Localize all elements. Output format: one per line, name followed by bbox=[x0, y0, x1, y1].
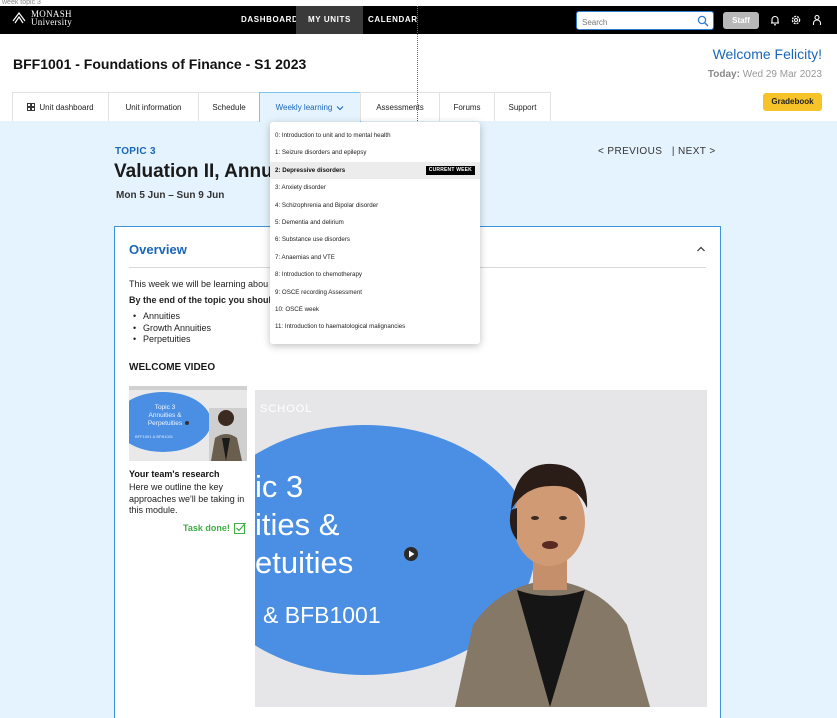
task-done-status[interactable]: Task done! bbox=[183, 522, 246, 534]
logo-line2: University bbox=[31, 17, 72, 27]
topic-title: Valuation II, Annuit bbox=[114, 161, 285, 182]
dropdown-item[interactable]: 4: Schizophrenia and Bipolar disorder bbox=[270, 197, 480, 214]
tab-unit-information[interactable]: Unit information bbox=[108, 92, 199, 121]
weekly-learning-dropdown: 0: Introduction to unit and to mental he… bbox=[270, 122, 480, 344]
topic-label: TOPIC 3 bbox=[115, 146, 156, 157]
dropdown-item[interactable]: 3: Anxiety disorder bbox=[270, 179, 480, 196]
gear-icon[interactable] bbox=[790, 14, 802, 26]
checkbox-checked-icon bbox=[233, 522, 246, 534]
today-label: Today: bbox=[707, 69, 740, 80]
dropdown-item-label: 4: Schizophrenia and Bipolar disorder bbox=[275, 201, 379, 209]
dropdown-item-label: 9: OSCE recording Assessment bbox=[275, 288, 363, 296]
dropdown-item-label: 7: Anaemias and VTE bbox=[275, 253, 335, 261]
chevron-down-icon bbox=[337, 105, 344, 110]
bell-icon[interactable] bbox=[769, 14, 781, 26]
user-icon[interactable] bbox=[811, 14, 823, 26]
today-value: Wed 29 Mar 2023 bbox=[742, 69, 822, 80]
unit-header: BFF1001 - Foundations of Finance - S1 20… bbox=[0, 34, 837, 122]
staff-button[interactable]: Staff bbox=[723, 12, 759, 29]
tab-weekly-learning[interactable]: Weekly learning bbox=[259, 92, 361, 122]
overview-objectives-heading: By the end of the topic you should bbox=[129, 295, 277, 305]
tab-schedule[interactable]: Schedule bbox=[198, 92, 260, 121]
video-school-text: SCHOOL bbox=[260, 403, 313, 415]
video-line3: etuities bbox=[255, 545, 354, 580]
dashboard-grid-icon bbox=[27, 103, 36, 111]
unit-title: BFF1001 - Foundations of Finance - S1 20… bbox=[13, 56, 307, 72]
search-icon[interactable] bbox=[697, 15, 709, 27]
tab-unit-dashboard[interactable]: Unit dashboard bbox=[12, 92, 109, 121]
tab-label: Weekly learning bbox=[275, 103, 333, 112]
dropdown-item-label: 3: Anxiety disorder bbox=[275, 184, 326, 192]
video-line4: & BFB1001 bbox=[263, 602, 381, 628]
dropdown-item-label: 2: Depressive disorders bbox=[275, 166, 346, 174]
dropdown-item[interactable]: 10: OSCE week bbox=[270, 301, 480, 318]
list-item: Annuities bbox=[133, 311, 211, 323]
overview-intro: This week we will be learning abou bbox=[129, 279, 269, 289]
monash-crest-icon bbox=[12, 12, 26, 24]
thumb-line1: Topic 3 bbox=[154, 404, 176, 411]
objectives-list: Annuities Growth Annuities Perpetuities bbox=[133, 311, 211, 346]
current-week-badge: CURRENT WEEK bbox=[425, 165, 475, 175]
tab-label: Unit dashboard bbox=[39, 102, 94, 112]
thumb-line3: Perpetuities bbox=[147, 420, 183, 427]
dropdown-item-label: 11: Introduction to haematological malig… bbox=[275, 323, 406, 331]
card-title: Your team's research bbox=[129, 469, 220, 479]
dropdown-item-label: 10: OSCE week bbox=[275, 306, 320, 313]
thumb-line2: Annuities & bbox=[148, 412, 182, 419]
video-line2: ities & bbox=[255, 507, 340, 542]
gradebook-button[interactable]: Gradebook bbox=[763, 93, 822, 111]
topic-pagination: < PREVIOUS | NEXT > bbox=[598, 146, 716, 157]
dropdown-item[interactable]: 1: Seizure disorders and epilepsy bbox=[270, 144, 480, 161]
overview-title: Overview bbox=[129, 242, 187, 257]
dropdown-item[interactable]: 9: OSCE recording Assessment bbox=[270, 284, 480, 301]
monash-logo[interactable]: MONASH University bbox=[12, 10, 72, 27]
welcome-video-heading: WELCOME VIDEO bbox=[129, 362, 216, 373]
thumb-line4: BFF1001 & BFB1001 bbox=[135, 434, 174, 439]
dropdown-item[interactable]: 7: Anaemias and VTE bbox=[270, 249, 480, 266]
unit-tabs: Unit dashboard Unit information Schedule… bbox=[12, 92, 551, 122]
today-date: Today: Wed 29 Mar 2023 bbox=[708, 69, 822, 80]
tab-label: Unit information bbox=[125, 102, 182, 112]
dropdown-item[interactable]: 6: Substance use disorders bbox=[270, 231, 480, 248]
top-nav-bar: MONASH University DASHBOARD MY UNITS CAL… bbox=[0, 6, 837, 34]
nav-my-units[interactable]: MY UNITS bbox=[296, 6, 363, 34]
dropdown-item-label: 8: Introduction to chemotherapy bbox=[275, 271, 363, 279]
video-thumbnail[interactable]: Topic 3 Annuities & Perpetuities BFF1001… bbox=[129, 386, 247, 461]
list-item: Perpetuities bbox=[133, 334, 211, 346]
list-item: Growth Annuities bbox=[133, 323, 211, 335]
dropdown-item[interactable]: 5: Dementia and delirium bbox=[270, 214, 480, 231]
video-player[interactable]: SCHOOL ic 3 ities & etuities & BFB1001 bbox=[255, 390, 707, 707]
tab-label: Support bbox=[508, 102, 537, 112]
tab-label: Schedule bbox=[212, 102, 246, 112]
tab-forums[interactable]: Forums bbox=[439, 92, 495, 121]
dropdown-item-label: 5: Dementia and delirium bbox=[275, 219, 344, 226]
dropdown-item-label: 0: Introduction to unit and to mental he… bbox=[275, 132, 391, 139]
next-link[interactable]: NEXT > bbox=[678, 146, 716, 157]
tab-label: Forums bbox=[453, 102, 481, 112]
pagination-separator: | bbox=[671, 146, 675, 157]
topic-dates: Mon 5 Jun – Sun 9 Jun bbox=[116, 190, 225, 201]
dropdown-item[interactable]: 11: Introduction to haematological malig… bbox=[270, 318, 480, 335]
card-description: Here we outline the key approaches we'll… bbox=[129, 482, 245, 515]
dropdown-item-label: 1: Seizure disorders and epilepsy bbox=[275, 149, 367, 157]
dropdown-item[interactable]: 8: Introduction to chemotherapy bbox=[270, 266, 480, 283]
video-line1: ic 3 bbox=[255, 469, 304, 504]
dropdown-item[interactable]: 2: Depressive disorders CURRENT WEEK bbox=[270, 161, 480, 180]
search-box[interactable] bbox=[576, 11, 714, 31]
previous-link[interactable]: < PREVIOUS bbox=[598, 146, 662, 157]
search-input[interactable] bbox=[577, 14, 689, 31]
tab-assessments[interactable]: Assessments bbox=[360, 92, 440, 121]
tab-support[interactable]: Support bbox=[494, 92, 551, 121]
welcome-message: Welcome Felicity! bbox=[712, 46, 822, 62]
dropdown-item-label: 6: Substance use disorders bbox=[275, 236, 350, 244]
nav-calendar[interactable]: CALENDAR bbox=[356, 6, 430, 34]
dropdown-item[interactable]: 0: Introduction to unit and to mental he… bbox=[270, 127, 480, 144]
task-done-label: Task done! bbox=[183, 523, 230, 533]
chevron-up-icon[interactable] bbox=[696, 244, 706, 254]
